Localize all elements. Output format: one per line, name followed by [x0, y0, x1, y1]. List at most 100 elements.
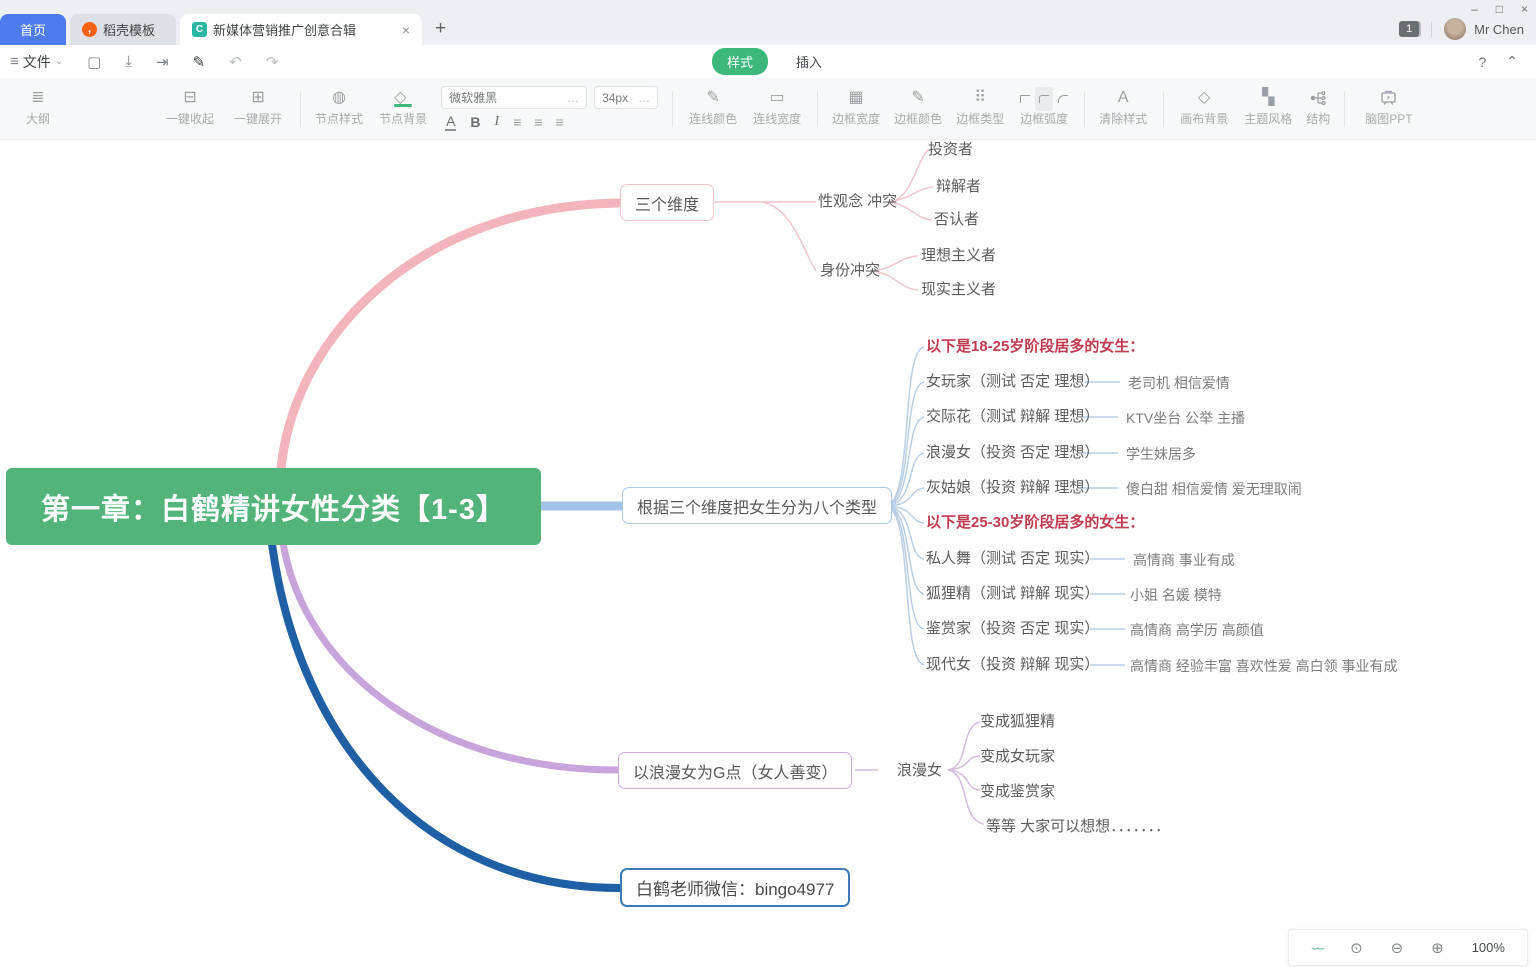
type-fox-desc[interactable]: 小姐 名媛 模特	[1130, 586, 1222, 604]
border-radius-button[interactable]: 边框弧度	[1020, 90, 1068, 127]
header-age-18-25[interactable]: 以下是18-25岁阶段居多的女生：	[926, 338, 1144, 356]
node-eight-types[interactable]: 根据三个维度把女生分为八个类型	[622, 487, 892, 524]
help-area: ? ⌃	[1478, 45, 1518, 78]
zoom-in-icon[interactable]: ⊕	[1431, 939, 1444, 957]
zoom-out-icon[interactable]: ⊖	[1391, 939, 1404, 957]
file-menu[interactable]: ≡ 文件 ⌄	[10, 52, 63, 72]
node-romantic-girl[interactable]: 浪漫女	[897, 762, 942, 780]
type-player[interactable]: 女玩家（测试 否定 理想）	[926, 373, 1099, 391]
font-color-button[interactable]: A	[445, 113, 456, 131]
export-icon[interactable]: ⇥	[156, 53, 169, 71]
node-investor[interactable]: 投资者	[928, 141, 973, 159]
node-become-fox[interactable]: 变成狐狸精	[980, 713, 1055, 731]
node-style-icon: ◍	[332, 90, 346, 107]
node-realist[interactable]: 现实主义者	[921, 281, 996, 299]
node-idealist[interactable]: 理想主义者	[921, 247, 996, 265]
canvas-background-button[interactable]: ◇ 画布背景	[1180, 90, 1228, 127]
minimize-button[interactable]: –	[1471, 2, 1478, 16]
node-dimensions[interactable]: 三个维度	[620, 184, 714, 221]
type-fox[interactable]: 狐狸精（测试 辩解 现实）	[926, 585, 1099, 603]
type-romantic-desc[interactable]: 学生妹居多	[1126, 445, 1196, 463]
node-background-button[interactable]: ◇ 节点背景	[379, 90, 427, 127]
node-become-connoisseur[interactable]: 变成鉴赏家	[980, 783, 1055, 801]
close-window-button[interactable]: ×	[1521, 2, 1528, 16]
help-button[interactable]: ?	[1478, 54, 1486, 70]
corner-rounder-icon[interactable]	[1058, 95, 1068, 103]
overview-eye-icon[interactable]: ⌣⌣	[1311, 940, 1322, 956]
type-modern[interactable]: 现代女（投资 辩解 现实）	[926, 656, 1099, 674]
minus-square-icon: ⊟	[183, 90, 196, 107]
save-icon[interactable]: ▢	[87, 53, 101, 71]
type-cinderella-desc[interactable]: 傻白甜 相信爱情 爱无理取闹	[1126, 480, 1302, 498]
node-become-player[interactable]: 变成女玩家	[980, 748, 1055, 766]
type-socialite-desc[interactable]: KTV坐台 公举 主播	[1126, 409, 1245, 427]
tab-home[interactable]: 首页	[0, 14, 66, 45]
italic-button[interactable]: I	[495, 114, 500, 130]
border-type-button[interactable]: ⠿ 边框类型	[956, 90, 1004, 127]
border-radius-label: 边框弧度	[1020, 110, 1068, 127]
tab-style[interactable]: 样式	[712, 48, 768, 75]
type-private-dancer[interactable]: 私人舞（测试 否定 现实）	[926, 550, 1099, 568]
canvas-background-label: 画布背景	[1180, 110, 1228, 127]
node-style-button[interactable]: ◍ 节点样式	[315, 90, 363, 127]
clear-style-button[interactable]: A 清除样式	[1099, 90, 1147, 127]
tab-insert[interactable]: 插入	[796, 52, 822, 71]
download-icon[interactable]: ⤓	[125, 53, 132, 70]
border-color-button[interactable]: ✎ 边框颜色	[894, 90, 942, 127]
node-identity-conflict[interactable]: 身份冲突	[820, 262, 880, 280]
node-romance-gpoint[interactable]: 以浪漫女为G点（女人善变）	[618, 752, 852, 789]
undo-icon[interactable]: ↶	[229, 53, 242, 71]
outline-icon: ≣	[31, 90, 44, 107]
mindmap-canvas[interactable]: 第一章：白鹤精讲女性分类【1-3】 三个维度 性观念 冲突 投资者 辩解者 否认…	[0, 140, 1536, 967]
type-socialite[interactable]: 交际花（测试 辩解 理想）	[926, 408, 1099, 426]
theme-style-label: 主题风格	[1244, 110, 1292, 127]
tab-templates[interactable]: , 稻壳模板	[70, 14, 176, 45]
type-modern-desc[interactable]: 高情商 经验丰富 喜欢性爱 高白领 事业有成	[1130, 657, 1398, 675]
tab-close-icon[interactable]: ×	[392, 22, 410, 38]
font-size-select[interactable]: 34px …	[594, 86, 658, 109]
type-cinderella[interactable]: 灰姑娘（投资 辩解 理想）	[926, 479, 1099, 497]
root-node[interactable]: 第一章：白鹤精讲女性分类【1-3】	[6, 468, 541, 545]
line-width-button[interactable]: ▭ 连线宽度	[753, 90, 801, 127]
corner-sharp-icon[interactable]	[1020, 95, 1030, 103]
border-width-label: 边框宽度	[832, 110, 880, 127]
theme-style-button[interactable]: ▚ 主题风格	[1244, 90, 1292, 127]
align-right-icon[interactable]: ≡	[556, 114, 563, 130]
tab-document-active[interactable]: C 新媒体营销推广创意合辑 ×	[180, 14, 422, 45]
type-player-desc[interactable]: 老司机 相信爱情	[1128, 374, 1230, 392]
type-private-dancer-desc[interactable]: 高情商 事业有成	[1133, 551, 1235, 569]
divider	[1084, 91, 1085, 127]
locate-center-icon[interactable]: ⊙	[1350, 939, 1363, 957]
node-defender[interactable]: 辩解者	[936, 178, 981, 196]
bold-button[interactable]: B	[470, 114, 480, 130]
node-etc-think[interactable]: 等等 大家可以想想．．．．．．．	[986, 818, 1170, 836]
docer-logo-icon: ,	[82, 22, 97, 37]
mindmap-app-window: 首页 , 稻壳模板 C 新媒体营销推广创意合辑 × + – □ × 1 Mr C…	[0, 0, 1536, 967]
type-connoisseur[interactable]: 鉴赏家（投资 否定 现实）	[926, 620, 1099, 638]
expand-all-button[interactable]: ⊞ 一键展开	[234, 90, 282, 127]
maximize-button[interactable]: □	[1496, 2, 1503, 16]
new-tab-button[interactable]: +	[435, 18, 446, 40]
notification-badge[interactable]: 1	[1399, 21, 1419, 37]
align-left-icon[interactable]: ≡	[513, 114, 520, 130]
node-sex-concept-conflict[interactable]: 性观念 冲突	[818, 193, 897, 211]
node-denier[interactable]: 否认者	[934, 211, 979, 229]
avatar[interactable]	[1444, 18, 1466, 40]
outline-button[interactable]: ≣ 大纲	[26, 90, 50, 127]
node-wechat-contact[interactable]: 白鹤老师微信：bingo4977	[620, 868, 850, 907]
corner-selected[interactable]	[1035, 87, 1053, 111]
font-family-select[interactable]: 微软雅黑 …	[441, 86, 587, 109]
structure-button[interactable]: 结构	[1306, 90, 1330, 127]
ppt-button[interactable]: 脑图PPT	[1365, 90, 1412, 127]
collapse-all-button[interactable]: ⊟ 一键收起	[166, 90, 214, 127]
align-center-icon[interactable]: ≡	[534, 114, 541, 130]
format-painter-icon[interactable]: ✎	[193, 53, 206, 71]
line-color-button[interactable]: ✎ 连线颜色	[689, 90, 737, 127]
border-width-button[interactable]: ▦ 边框宽度	[832, 90, 880, 127]
branch-curve-pink	[281, 203, 618, 469]
type-connoisseur-desc[interactable]: 高情商 高学历 高颜值	[1130, 621, 1264, 639]
collapse-ribbon-icon[interactable]: ⌃	[1506, 53, 1518, 70]
type-romantic[interactable]: 浪漫女（投资 否定 理想）	[926, 444, 1099, 462]
header-age-25-30[interactable]: 以下是25-30岁阶段居多的女生：	[926, 514, 1144, 532]
redo-icon[interactable]: ↷	[266, 53, 279, 71]
